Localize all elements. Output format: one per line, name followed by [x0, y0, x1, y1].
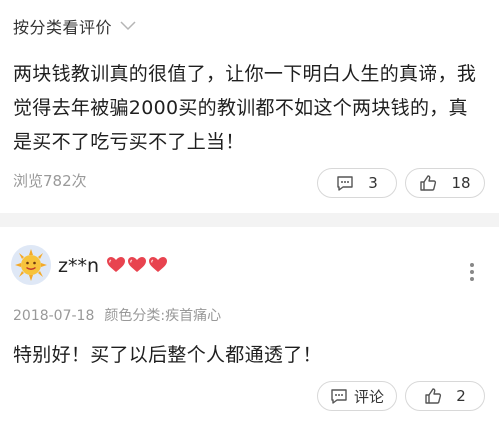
like-count: 2: [456, 387, 466, 405]
sort-by-category-bar[interactable]: 按分类看评价: [0, 0, 499, 52]
comment-icon: [330, 388, 348, 405]
chevron-down-icon: [120, 21, 136, 31]
comment-count: 3: [368, 174, 378, 192]
review-date: 2018-07-18: [13, 308, 95, 324]
like-button[interactable]: 18: [405, 168, 485, 198]
reviews-page: 按分类看评价 两块钱教训真的很值了，让你一下明白人生的真谛，我觉得去年被骗200…: [0, 0, 499, 434]
reviewer-name: z**n: [58, 255, 100, 277]
sort-label: 按分类看评价: [13, 18, 113, 37]
thumbs-up-icon: [424, 387, 442, 405]
heart-badge-icon: [106, 256, 169, 273]
view-count: 浏览782次: [13, 172, 87, 190]
avatar[interactable]: [11, 245, 51, 285]
like-button[interactable]: 2: [405, 381, 485, 411]
comment-label: 评论: [353, 387, 384, 406]
comment-button[interactable]: 3: [317, 168, 397, 198]
comment-icon: [336, 175, 354, 192]
comment-button[interactable]: 评论: [317, 381, 397, 411]
review-variant: 颜色分类:疾首痛心: [104, 308, 222, 324]
review-meta: 2018-07-18 颜色分类:疾首痛心: [13, 305, 221, 325]
thumbs-up-icon: [419, 174, 437, 192]
more-options-icon[interactable]: [470, 263, 474, 281]
review-text: 特别好！买了以后整个人都通透了！: [13, 344, 322, 366]
section-divider: [0, 213, 499, 227]
like-count: 18: [451, 174, 471, 192]
review-text: 两块钱教训真的很值了，让你一下明白人生的真谛，我觉得去年被骗2000买的教训都不…: [13, 63, 477, 153]
